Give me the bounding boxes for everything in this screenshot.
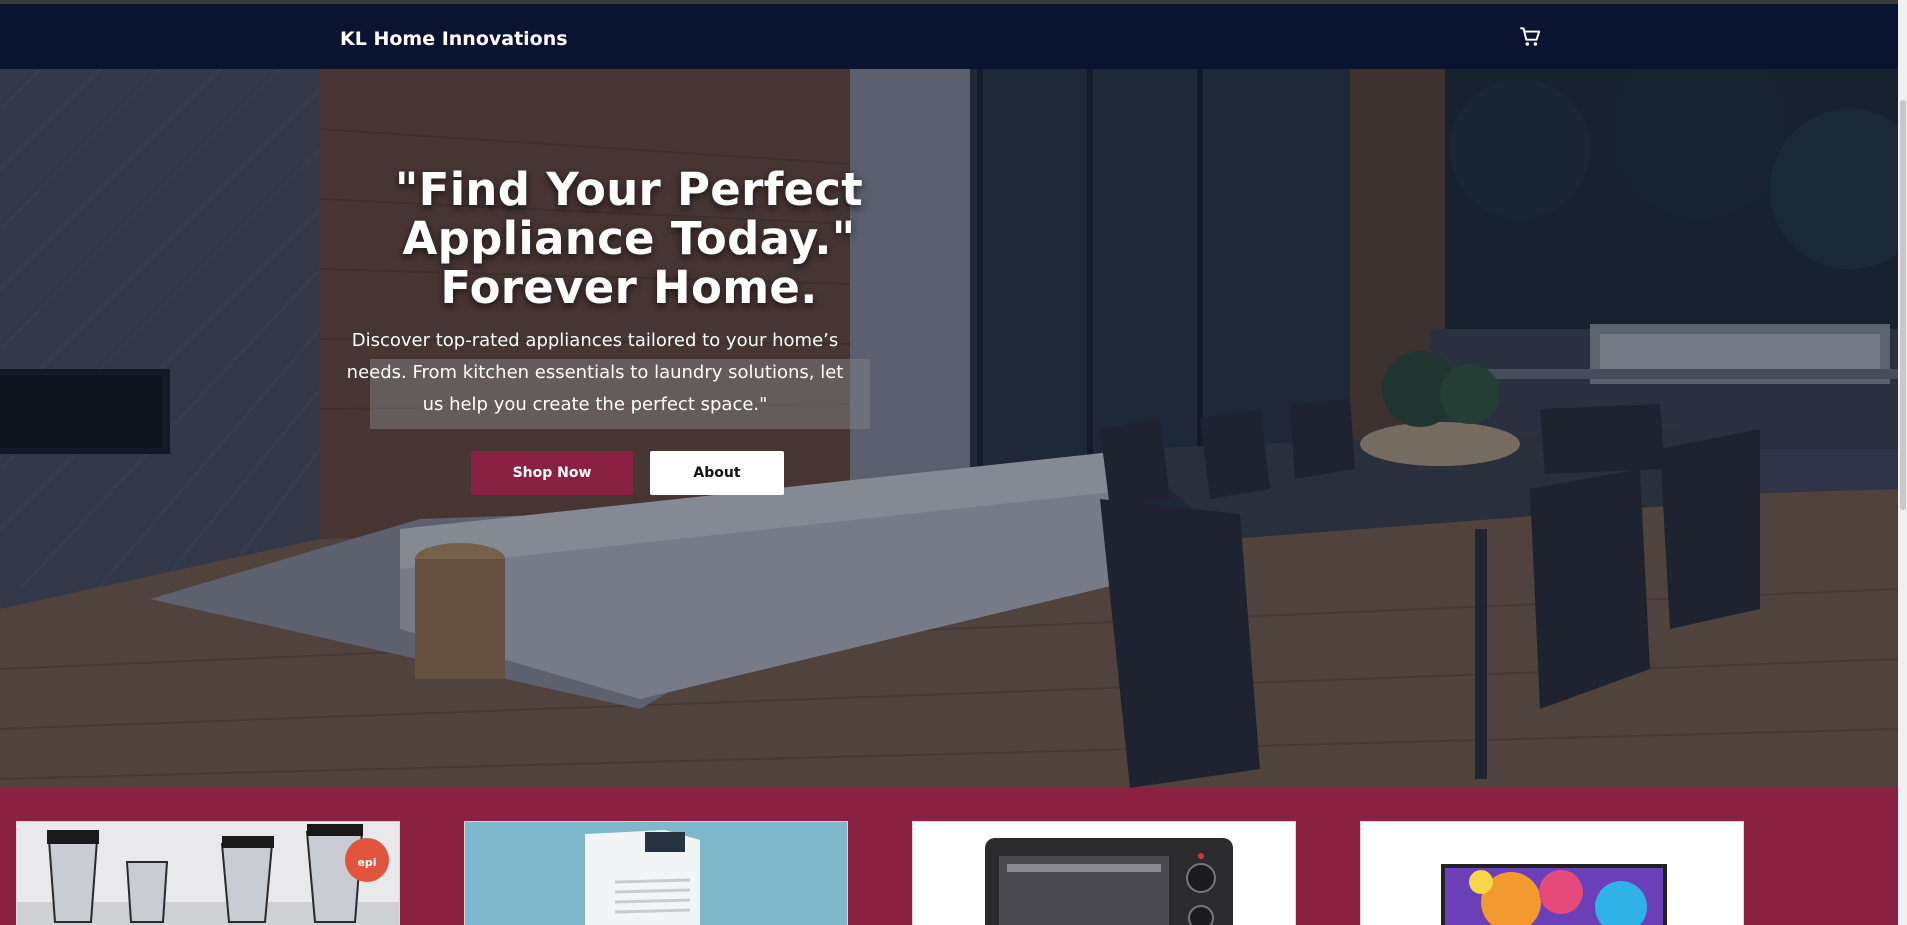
portable-air-conditioner-image bbox=[465, 822, 847, 925]
toaster-oven-image bbox=[913, 822, 1295, 925]
hero-title-line: Appliance Today." bbox=[402, 212, 856, 265]
hero-title-line: "Find Your Perfect bbox=[394, 163, 864, 216]
hero-dark-overlay bbox=[0, 69, 1898, 788]
scrollbar-thumb[interactable] bbox=[1900, 100, 1906, 510]
hero-section: "Find Your Perfect Appliance Today." For… bbox=[0, 69, 1898, 788]
product-card[interactable] bbox=[464, 821, 848, 925]
hero-subtitle: Discover top-rated appliances tailored t… bbox=[346, 330, 844, 415]
product-card[interactable] bbox=[912, 821, 1296, 925]
hero-title: "Find Your Perfect Appliance Today." For… bbox=[340, 165, 918, 312]
shop-now-button[interactable]: Shop Now bbox=[471, 451, 633, 495]
navbar: KL Home Innovations bbox=[0, 4, 1898, 69]
television-image bbox=[1361, 822, 1743, 925]
hero-title-line: Forever Home. bbox=[440, 261, 818, 314]
blender-set-image: epi bbox=[17, 822, 399, 925]
brand-logo-text[interactable]: KL Home Innovations bbox=[340, 28, 568, 50]
cart-icon[interactable] bbox=[1517, 24, 1543, 50]
product-card[interactable]: epi bbox=[16, 821, 400, 925]
about-button[interactable]: About bbox=[650, 451, 784, 495]
svg-text:epi: epi bbox=[357, 856, 376, 869]
product-card[interactable] bbox=[1360, 821, 1744, 925]
featured-products-section: epi bbox=[0, 788, 1898, 925]
